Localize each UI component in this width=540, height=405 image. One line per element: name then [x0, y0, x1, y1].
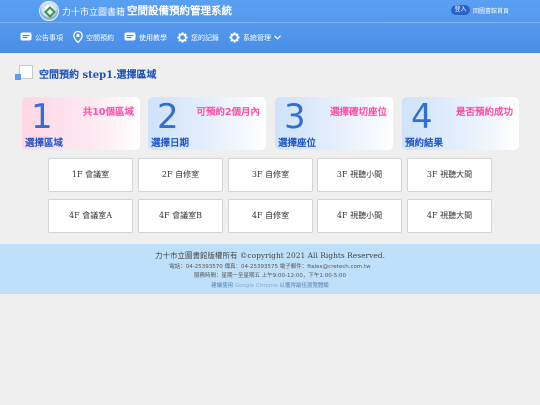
step-card-2: 2 可預約2個月內 選擇日期	[148, 97, 266, 150]
room-button[interactable]: 4F 自修室	[228, 199, 313, 233]
footer-browser-note: 建議使用 Google Chrome 以獲得最佳瀏覽體驗	[0, 281, 540, 289]
step-name: 選擇座位	[278, 138, 317, 149]
step-note: 選擇確切座位	[329, 107, 387, 118]
nav-label: 空間預約	[86, 34, 114, 42]
room-button[interactable]: 4F 會議室A	[48, 199, 133, 233]
login-button[interactable]: 登入	[451, 5, 470, 15]
nav-label: 公告事項	[35, 34, 63, 42]
nav-label: 使用教學	[139, 34, 167, 42]
header-divider	[0, 22, 540, 23]
title-decoration	[19, 65, 33, 79]
page-title: 空間預約 step1.選擇區域	[39, 70, 157, 81]
browser-note-prefix: 建議使用	[211, 283, 234, 289]
step-note: 可預約2個月內	[196, 107, 260, 118]
step-number: 3	[284, 97, 306, 137]
room-button[interactable]: 2F 自修室	[138, 158, 223, 192]
chat-icon	[124, 32, 136, 44]
nav-label: 系統管理	[243, 34, 271, 42]
footer-copyright: 力十市立圖書館版權所有 ©copyright 2021 All Rights R…	[155, 251, 385, 260]
gear-icon	[177, 31, 188, 45]
browser-note-chrome: Google Chrome	[234, 283, 278, 289]
step-number: 4	[411, 97, 433, 137]
step-number: 2	[157, 97, 179, 137]
footer-hours: 服務時間：星期一至星期五 上午9:00-12:00，下午1:00-5:00	[193, 273, 347, 279]
title-decoration	[15, 74, 21, 80]
library-name: 力十市立圖書籍	[62, 8, 126, 18]
step-name: 選擇日期	[151, 138, 190, 149]
gear-icon	[229, 31, 240, 45]
room-button[interactable]: 4F 視聽小間	[317, 199, 402, 233]
room-button[interactable]: 3F 自修室	[228, 158, 313, 192]
room-button[interactable]: 3F 視聽大間	[407, 158, 492, 192]
megaphone-icon	[20, 32, 32, 44]
room-button[interactable]: 3F 視聽小間	[317, 158, 402, 192]
step-card-1: 1 共10個區域 選擇區域	[22, 97, 140, 150]
home-link[interactable]: 回圖書館首頁	[473, 6, 509, 15]
step-card-3: 3 選擇確切座位 選擇座位	[275, 97, 393, 150]
browser-note-suffix: 以獲得最佳瀏覽體驗	[279, 283, 329, 289]
nav-item-your-records[interactable]: 您的記錄	[177, 31, 219, 45]
library-logo[interactable]	[39, 1, 59, 21]
header-bar: 力十市立圖書籍 空間設備預約管理系統 登入 回圖書館首頁 公告事項 空間預約 使…	[0, 0, 540, 53]
step-number: 1	[31, 97, 53, 137]
step-note: 是否預約成功	[455, 107, 513, 118]
step-name: 選擇區域	[25, 138, 64, 149]
nav-label: 您的記錄	[191, 34, 219, 42]
chevron-down-icon	[274, 34, 281, 42]
footer-contact: 電話：04-25393570 傳真：04-25393575 電子郵件：ftale…	[169, 264, 371, 270]
nav-item-tutorial[interactable]: 使用教學	[124, 32, 167, 44]
main-nav: 公告事項 空間預約 使用教學 您的記錄 系統管理	[20, 29, 291, 47]
footer: 力十市立圖書館版權所有 ©copyright 2021 All Rights R…	[0, 244, 540, 294]
room-button[interactable]: 4F 會議室B	[138, 199, 223, 233]
location-pin-icon	[73, 30, 83, 45]
system-title: 空間設備預約管理系統	[127, 5, 232, 17]
room-button[interactable]: 4F 視聽大間	[407, 199, 492, 233]
nav-item-system-admin[interactable]: 系統管理	[229, 31, 281, 45]
step-note: 共10個區域	[82, 107, 134, 118]
step-name: 預約結果	[405, 138, 444, 149]
nav-item-announcements[interactable]: 公告事項	[20, 32, 63, 44]
room-button[interactable]: 1F 會議室	[48, 158, 133, 192]
step-card-4: 4 是否預約成功 預約結果	[402, 97, 519, 150]
nav-item-space-reservation[interactable]: 空間預約	[73, 30, 114, 45]
